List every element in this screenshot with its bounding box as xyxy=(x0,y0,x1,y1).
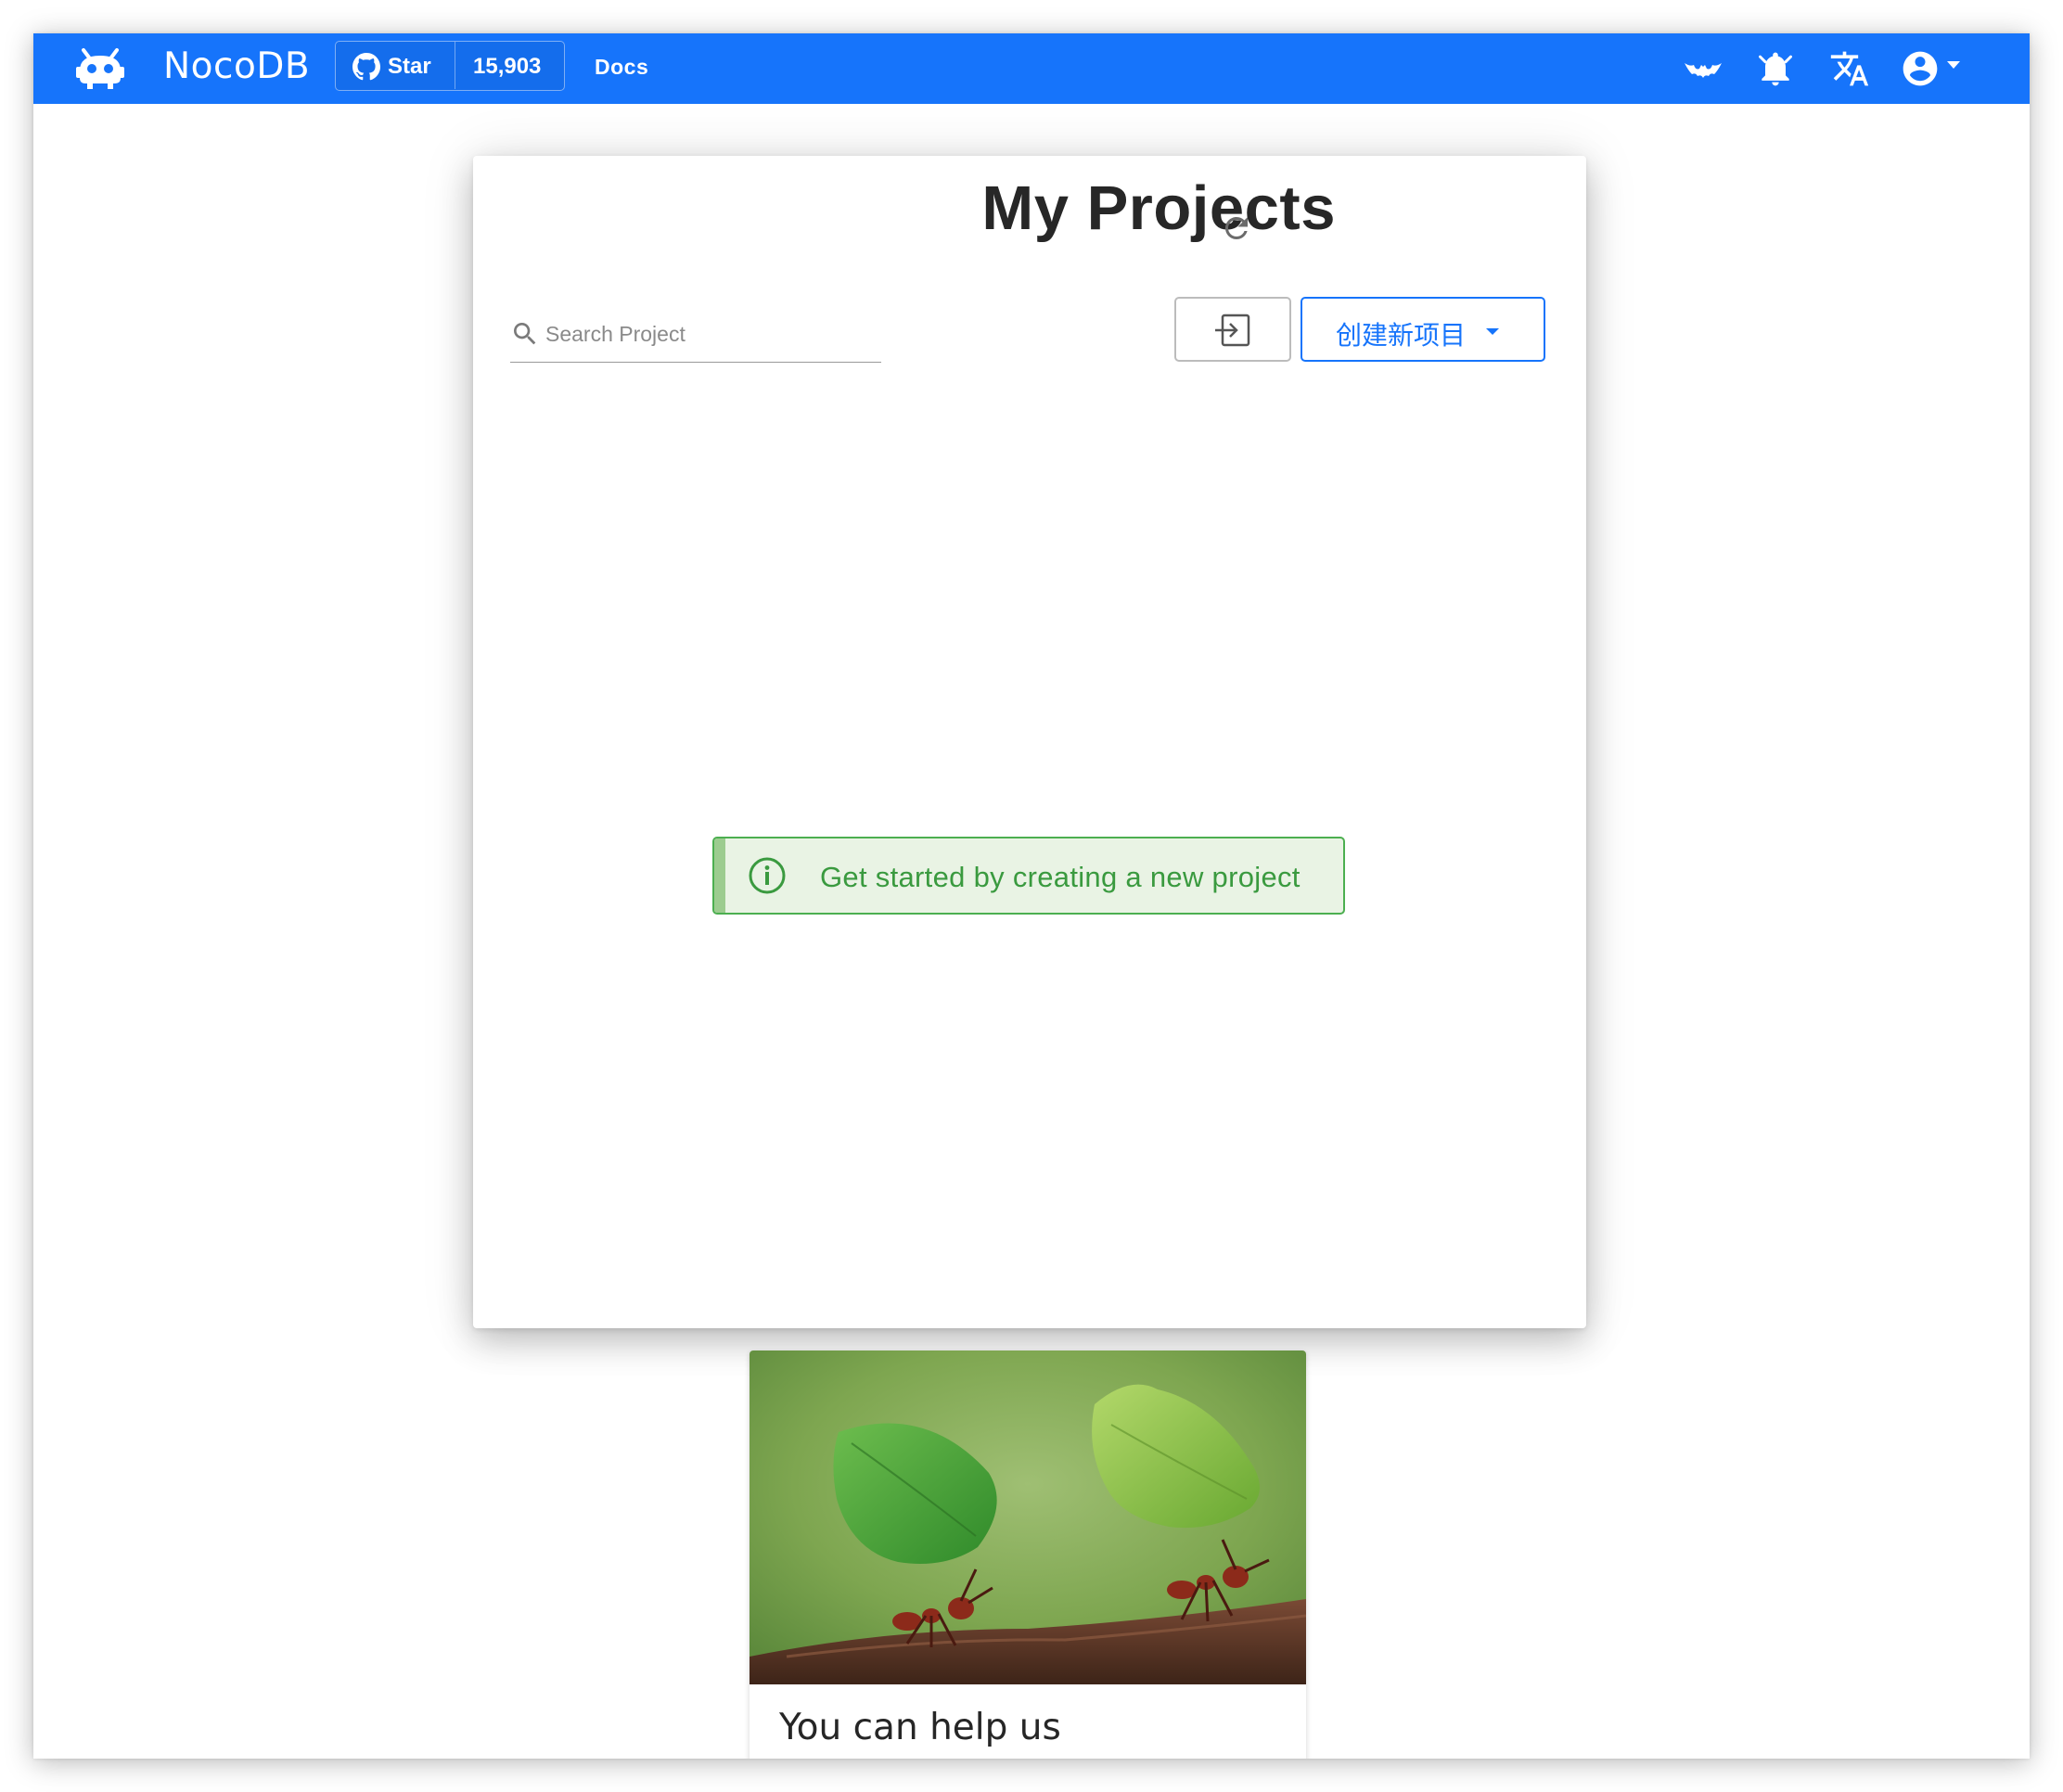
import-icon xyxy=(1215,314,1250,347)
search-field[interactable] xyxy=(510,308,881,363)
bat-icon[interactable] xyxy=(1683,48,1723,89)
refresh-icon[interactable] xyxy=(1220,211,1253,245)
account-menu-caret-icon[interactable] xyxy=(1947,61,1960,69)
chevron-down-icon xyxy=(1486,328,1499,335)
promo-card: You can help us xyxy=(750,1350,1306,1759)
import-project-button[interactable] xyxy=(1174,297,1291,362)
create-project-label: 创建新项目 xyxy=(1336,320,1467,351)
brand-name[interactable]: NocoDB xyxy=(163,45,310,89)
github-star-label: Star xyxy=(388,54,431,79)
github-icon xyxy=(352,53,380,81)
create-project-button[interactable]: 创建新项目 xyxy=(1301,297,1545,362)
empty-state-message: Get started by creating a new project xyxy=(820,861,1301,893)
translate-icon[interactable] xyxy=(1829,48,1870,89)
bell-icon[interactable] xyxy=(1755,48,1796,89)
search-icon xyxy=(514,323,536,345)
alert-accent-bar xyxy=(714,838,725,913)
github-star-widget[interactable]: Star 15,903 xyxy=(335,41,565,91)
github-star-count[interactable]: 15,903 xyxy=(473,54,541,80)
account-circle-icon[interactable] xyxy=(1900,48,1941,89)
empty-state-alert: Get started by creating a new project xyxy=(712,837,1345,915)
promo-title: You can help us xyxy=(779,1707,1061,1748)
projects-card: My Projects 创建新项目 xyxy=(473,156,1586,1328)
github-star-button[interactable]: Star xyxy=(336,42,455,89)
top-navbar: NocoDB Star 15,903 Docs xyxy=(33,33,2030,104)
search-input[interactable] xyxy=(545,314,870,354)
nocodb-logo-icon[interactable] xyxy=(74,43,126,91)
info-icon xyxy=(749,857,786,894)
leafcutter-ants-image xyxy=(750,1350,1306,1684)
docs-link[interactable]: Docs xyxy=(595,55,648,80)
app-window: NocoDB Star 15,903 Docs My Projects Sear… xyxy=(33,33,2030,1759)
page-title: My Projects xyxy=(981,173,1336,243)
